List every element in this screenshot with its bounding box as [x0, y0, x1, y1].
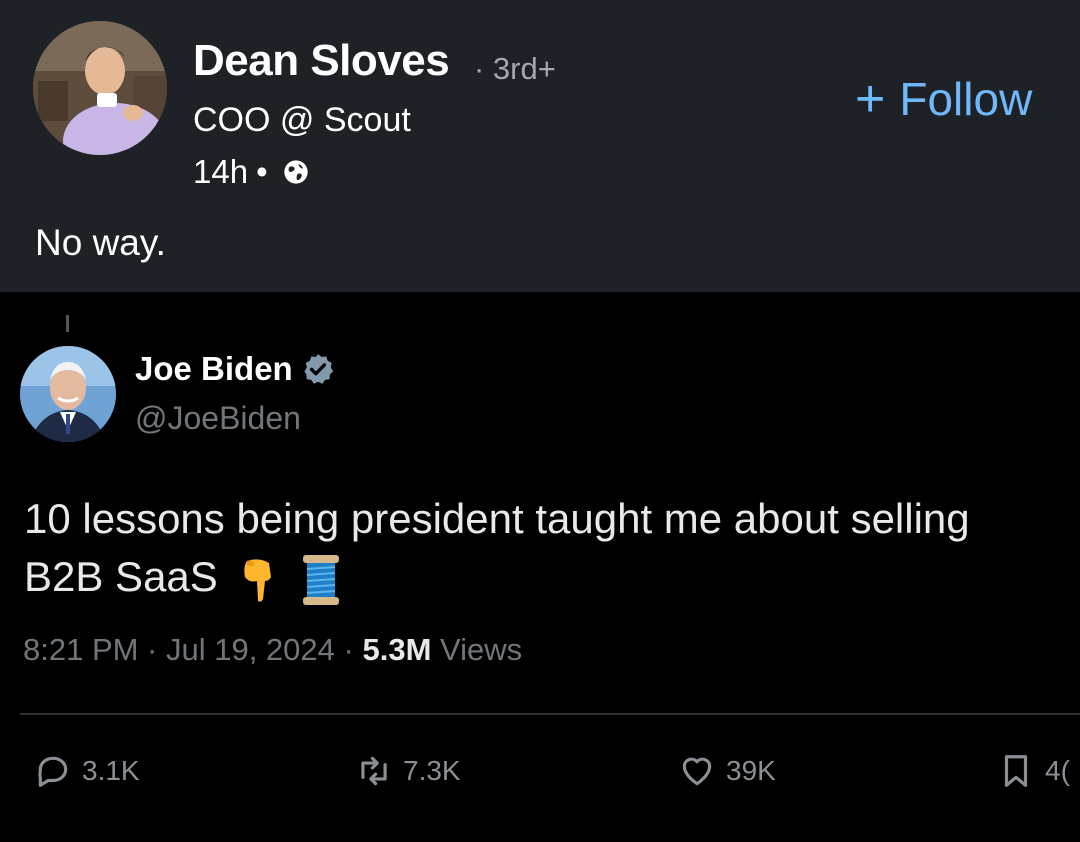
verified-badge-icon — [304, 354, 333, 384]
views-label: Views — [431, 632, 523, 667]
thread-line — [66, 315, 69, 332]
reply-count: 3.1K — [82, 755, 140, 786]
bookmark-icon — [1004, 755, 1028, 787]
pointing-down-emoji — [244, 559, 272, 602]
post-time: 14h — [193, 153, 249, 190]
like-count: 39K — [726, 755, 776, 786]
plus-icon: + — [855, 70, 886, 128]
connection-degree: · 3rd+ — [474, 51, 556, 86]
linkedin-post: Dean Sloves · 3rd+ COO @ Scout 14h • + F… — [0, 0, 1080, 292]
views-count: 5.3M — [362, 632, 432, 667]
post-text: No way. — [35, 222, 166, 263]
tweet-handle[interactable]: @JoeBiden — [135, 400, 301, 437]
divider — [20, 713, 1080, 715]
author-headline: COO @ Scout — [193, 101, 411, 139]
bookmark-count: 4( — [1045, 755, 1070, 786]
post-meta: 14h • — [193, 153, 310, 191]
repost-button[interactable]: 7.3K — [355, 752, 461, 790]
tweet-text-line1: 10 lessons being president taught me abo… — [24, 495, 970, 542]
tweet-timestamp[interactable]: 8:21 PM · Jul 19, 2024 · — [23, 632, 362, 667]
follow-label: Follow — [899, 73, 1033, 125]
tweet-text-line2: B2B SaaS — [24, 553, 218, 600]
bookmark-button[interactable]: 4( — [997, 752, 1070, 790]
like-icon — [682, 757, 712, 786]
tweet-author[interactable]: Joe Biden — [135, 350, 335, 388]
tweet-avatar[interactable] — [20, 346, 116, 442]
follow-button[interactable]: + Follow — [855, 72, 1032, 126]
meta-separator: • — [256, 153, 268, 190]
author-avatar[interactable] — [33, 21, 167, 155]
spool-of-thread-emoji — [303, 554, 340, 605]
reply-icon — [38, 756, 68, 787]
author-name[interactable]: Dean Sloves — [193, 36, 450, 86]
repost-count: 7.3K — [403, 755, 461, 786]
tweet-meta: 8:21 PM · Jul 19, 2024 · 5.3M Views — [23, 632, 522, 668]
globe-icon — [283, 160, 308, 184]
tweet-author-name: Joe Biden — [135, 350, 293, 387]
repost-icon — [361, 756, 387, 786]
reply-button[interactable]: 3.1K — [34, 752, 140, 790]
tweet-text: 10 lessons being president taught me abo… — [24, 490, 1080, 607]
embedded-tweet: Joe Biden @JoeBiden 10 lessons being pre… — [0, 292, 1080, 842]
like-button[interactable]: 39K — [678, 752, 776, 790]
